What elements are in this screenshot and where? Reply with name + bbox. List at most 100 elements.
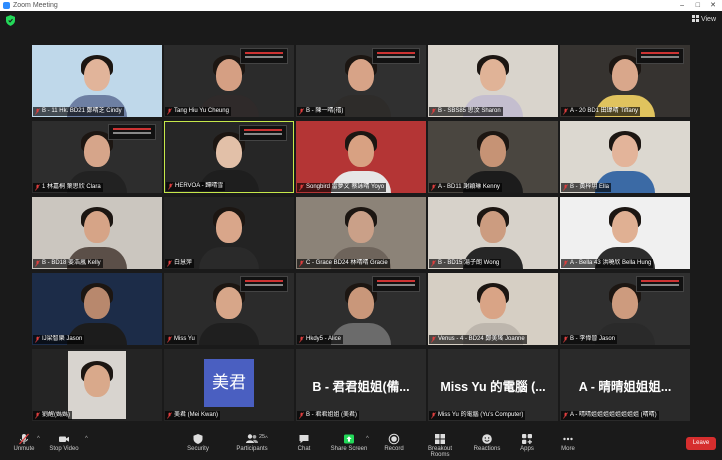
- participant-face: [216, 211, 242, 243]
- participant-nameplate: IJ梁智樂 Jason: [33, 335, 85, 344]
- participant-name: Miss Yu 的電腦 (Yu's Computer): [438, 412, 524, 418]
- muted-mic-icon: [299, 336, 304, 343]
- participant-nameplate: Tang Hiu Yu Cheung: [165, 107, 231, 116]
- participant-nameplate: Miss Yu 的電腦 (Yu's Computer): [429, 411, 526, 420]
- breakout-button[interactable]: Breakout Rooms: [420, 433, 460, 458]
- participant-tile[interactable]: HERVOA - 歸晴雪: [164, 121, 294, 193]
- security-label: Security: [187, 446, 209, 452]
- participant-tile[interactable]: Hkdy5 - Alice: [296, 273, 426, 345]
- participant-nameplate: Miss Yu: [165, 335, 197, 344]
- participant-tile[interactable]: A - 20 BD1 田瑋晴 Tiffany: [560, 45, 690, 117]
- participant-name: B - 11 Hk. BD21 鄭晴芝 Cindy: [42, 108, 122, 114]
- video-label: Stop Video: [49, 446, 79, 452]
- participant-tile[interactable]: Tang Hiu Yu Cheung: [164, 45, 294, 117]
- participant-tile[interactable]: B - 李偉晉 Jason: [560, 273, 690, 345]
- participant-nameplate: B - 11 Hk. BD21 鄭晴芝 Cindy: [33, 107, 124, 116]
- reactions-button[interactable]: Reactions: [467, 433, 507, 452]
- muted-mic-icon: [563, 336, 568, 343]
- window-titlebar: Zoom Meeting – □ ✕: [0, 0, 722, 11]
- apps-button[interactable]: Apps: [507, 433, 547, 452]
- maximize-icon[interactable]: □: [696, 0, 700, 11]
- participant-tile[interactable]: B - 君君姐姐(備... B - 君君姐姐 (美君): [296, 349, 426, 421]
- participant-name: B - 黃梓玥 Ella: [570, 184, 610, 190]
- more-button[interactable]: More: [548, 433, 588, 452]
- participant-name: 劉醒(媽媽): [42, 412, 70, 418]
- virtual-background-banner: [108, 124, 156, 140]
- participant-face: [216, 59, 242, 91]
- participant-tile[interactable]: B - BD18 姜浩嵐 Kelly: [32, 197, 162, 269]
- participant-nameplate: B - 君君姐姐 (美君): [297, 411, 359, 420]
- virtual-background-banner: [240, 276, 288, 292]
- participant-tile[interactable]: 1 林嘉桐 葉思欣 Clara: [32, 121, 162, 193]
- share-button[interactable]: Share Screen: [329, 433, 369, 452]
- minimize-icon[interactable]: –: [680, 0, 684, 11]
- participant-face: [84, 59, 110, 91]
- participant-nameplate: 美君 (Mei Kwan): [165, 411, 221, 420]
- participant-name: A - Bella 43 洪曉欣 Bella Hung: [570, 260, 652, 266]
- participant-name: Miss Yu: [174, 336, 195, 342]
- participant-nameplate: A - BD11 謝穎琳 Kenny: [429, 183, 502, 192]
- more-label: More: [561, 446, 575, 452]
- participant-nameplate: A - 晴晴姐姐姐姐姐姐姐姐 (晴晴): [561, 411, 659, 420]
- participant-tile[interactable]: B - 陳一晴(禧): [296, 45, 426, 117]
- leave-button[interactable]: Leave: [686, 437, 716, 450]
- participant-tile[interactable]: A - BD11 謝穎琳 Kenny: [428, 121, 558, 193]
- meeting-toolbar: Leave Unmute ^ Stop Video ^ Security 25 Partic…: [0, 430, 722, 460]
- muted-mic-icon: [431, 184, 436, 191]
- participant-tile[interactable]: A - Bella 43 洪曉欣 Bella Hung: [560, 197, 690, 269]
- participant-face: [84, 211, 110, 243]
- participant-face: [612, 59, 638, 91]
- muted-mic-icon: [563, 184, 568, 191]
- shield-icon[interactable]: [6, 15, 15, 26]
- participant-name: Tang Hiu Yu Cheung: [174, 108, 229, 114]
- chevron-up-icon[interactable]: ^: [37, 436, 40, 442]
- participant-nameplate: 劉醒(媽媽): [33, 411, 72, 420]
- muted-mic-icon: [35, 260, 40, 267]
- participant-face: [348, 135, 374, 167]
- chevron-up-icon[interactable]: ^: [366, 436, 369, 442]
- participant-name: Songbird 雷夢文 蔡詠晴 Yoyo: [306, 184, 385, 190]
- participant-tile[interactable]: B - BD15 湯子朗 Wong: [428, 197, 558, 269]
- muted-mic-icon: [35, 184, 40, 191]
- virtual-background-banner: [372, 48, 420, 64]
- record-button[interactable]: Record: [374, 433, 414, 452]
- participant-name: A - 20 BD1 田瑋晴 Tiffany: [570, 108, 639, 114]
- unmute-label: Unmute: [13, 446, 35, 452]
- participant-name: IJ梁智樂 Jason: [42, 336, 83, 342]
- breakout-label: Breakout Rooms: [427, 446, 452, 458]
- participant-tile[interactable]: B - SBS85 思汶 Sharon: [428, 45, 558, 117]
- participant-nameplate: B - SBS85 思汶 Sharon: [429, 107, 503, 116]
- view-button[interactable]: View: [691, 15, 716, 23]
- participant-tile[interactable]: B - 11 Hk. BD21 鄭晴芝 Cindy: [32, 45, 162, 117]
- security-button[interactable]: Security: [178, 433, 218, 452]
- chevron-up-icon[interactable]: ^: [265, 436, 268, 442]
- participant-tile[interactable]: Venus - 4 - BD24 鄭美瑤 Joanne: [428, 273, 558, 345]
- participant-tile[interactable]: C - Grace BD24 林晴晴 Gracie: [296, 197, 426, 269]
- participant-nameplate: B - 陳一晴(禧): [297, 107, 346, 116]
- participant-nameplate: B - 黃梓玥 Ella: [561, 183, 612, 192]
- chat-button[interactable]: Chat: [284, 433, 324, 452]
- participant-nameplate: A - 20 BD1 田瑋晴 Tiffany: [561, 107, 641, 116]
- video-button[interactable]: Stop Video: [44, 433, 84, 452]
- participant-nameplate: HERVOA - 歸晴雪: [166, 182, 226, 191]
- virtual-background-banner: [636, 276, 684, 292]
- muted-mic-icon: [563, 260, 568, 267]
- participant-tile[interactable]: 白慧萍: [164, 197, 294, 269]
- muted-mic-icon: [299, 108, 304, 115]
- muted-mic-icon: [167, 260, 172, 267]
- participant-tile[interactable]: Miss Yu 的電腦 (... Miss Yu 的電腦 (Yu's Comput…: [428, 349, 558, 421]
- participant-tile[interactable]: Songbird 雷夢文 蔡詠晴 Yoyo: [296, 121, 426, 193]
- shield-icon: [178, 433, 218, 445]
- close-icon[interactable]: ✕: [710, 0, 716, 11]
- participant-tile[interactable]: Miss Yu: [164, 273, 294, 345]
- participant-tile[interactable]: 劉醒(媽媽): [32, 349, 162, 421]
- participant-tile[interactable]: A - 晴晴姐姐姐... A - 晴晴姐姐姐姐姐姐姐姐 (晴晴): [560, 349, 690, 421]
- participant-face: [612, 211, 638, 243]
- participant-tile[interactable]: IJ梁智樂 Jason: [32, 273, 162, 345]
- participant-face: [348, 287, 374, 319]
- participant-tile[interactable]: 美君 美君 (Mei Kwan): [164, 349, 294, 421]
- chevron-up-icon[interactable]: ^: [85, 436, 88, 442]
- muted-mic-icon: [167, 412, 172, 419]
- chat-label: Chat: [297, 446, 311, 452]
- participant-tile[interactable]: B - 黃梓玥 Ella: [560, 121, 690, 193]
